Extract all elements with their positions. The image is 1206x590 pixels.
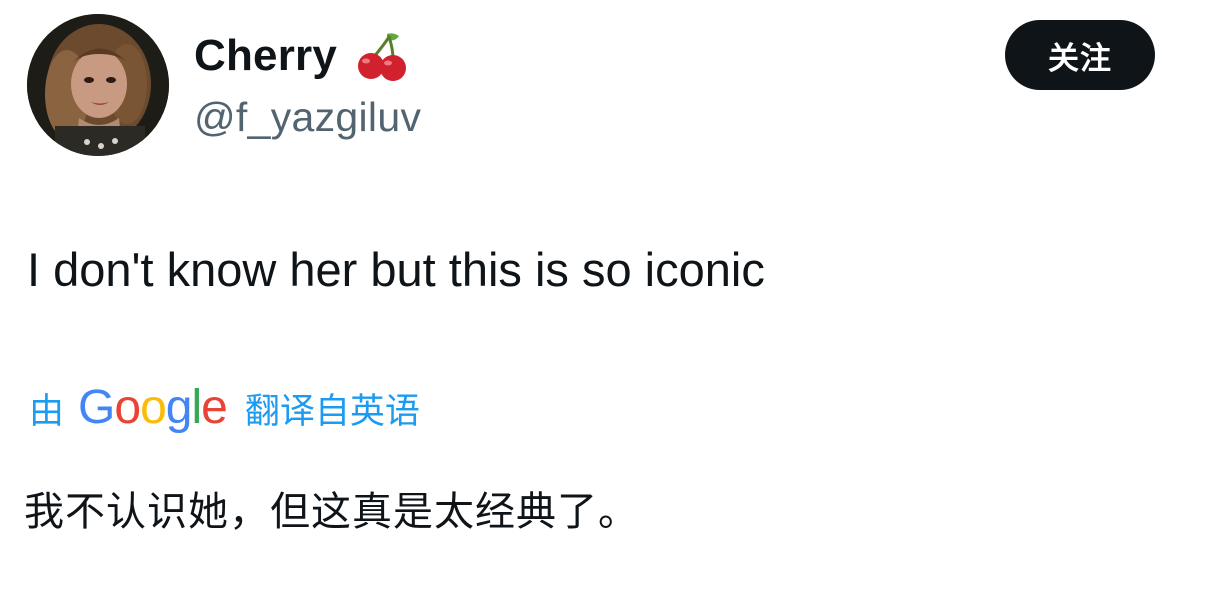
cherry-icon bbox=[353, 28, 409, 84]
author-display-name[interactable]: Cherry bbox=[194, 31, 337, 81]
translated-tweet-text: 我不认识她，但这真是太经典了。 bbox=[24, 489, 639, 535]
follow-button[interactable]: 关注 bbox=[1005, 20, 1155, 90]
google-logo: Google bbox=[78, 381, 228, 434]
translation-attribution[interactable]: 由 Google 翻译自英语 bbox=[29, 378, 420, 438]
author-avatar[interactable] bbox=[27, 14, 169, 156]
translation-suffix: 翻译自英语 bbox=[244, 391, 420, 432]
translation-prefix: 由 bbox=[29, 391, 65, 432]
tweet-text: I don't know her but this is so iconic bbox=[27, 243, 765, 296]
author-handle[interactable]: @f_yazgiluv bbox=[194, 94, 421, 141]
author-name-row: Cherry bbox=[194, 26, 409, 86]
avatar-image bbox=[27, 14, 169, 156]
